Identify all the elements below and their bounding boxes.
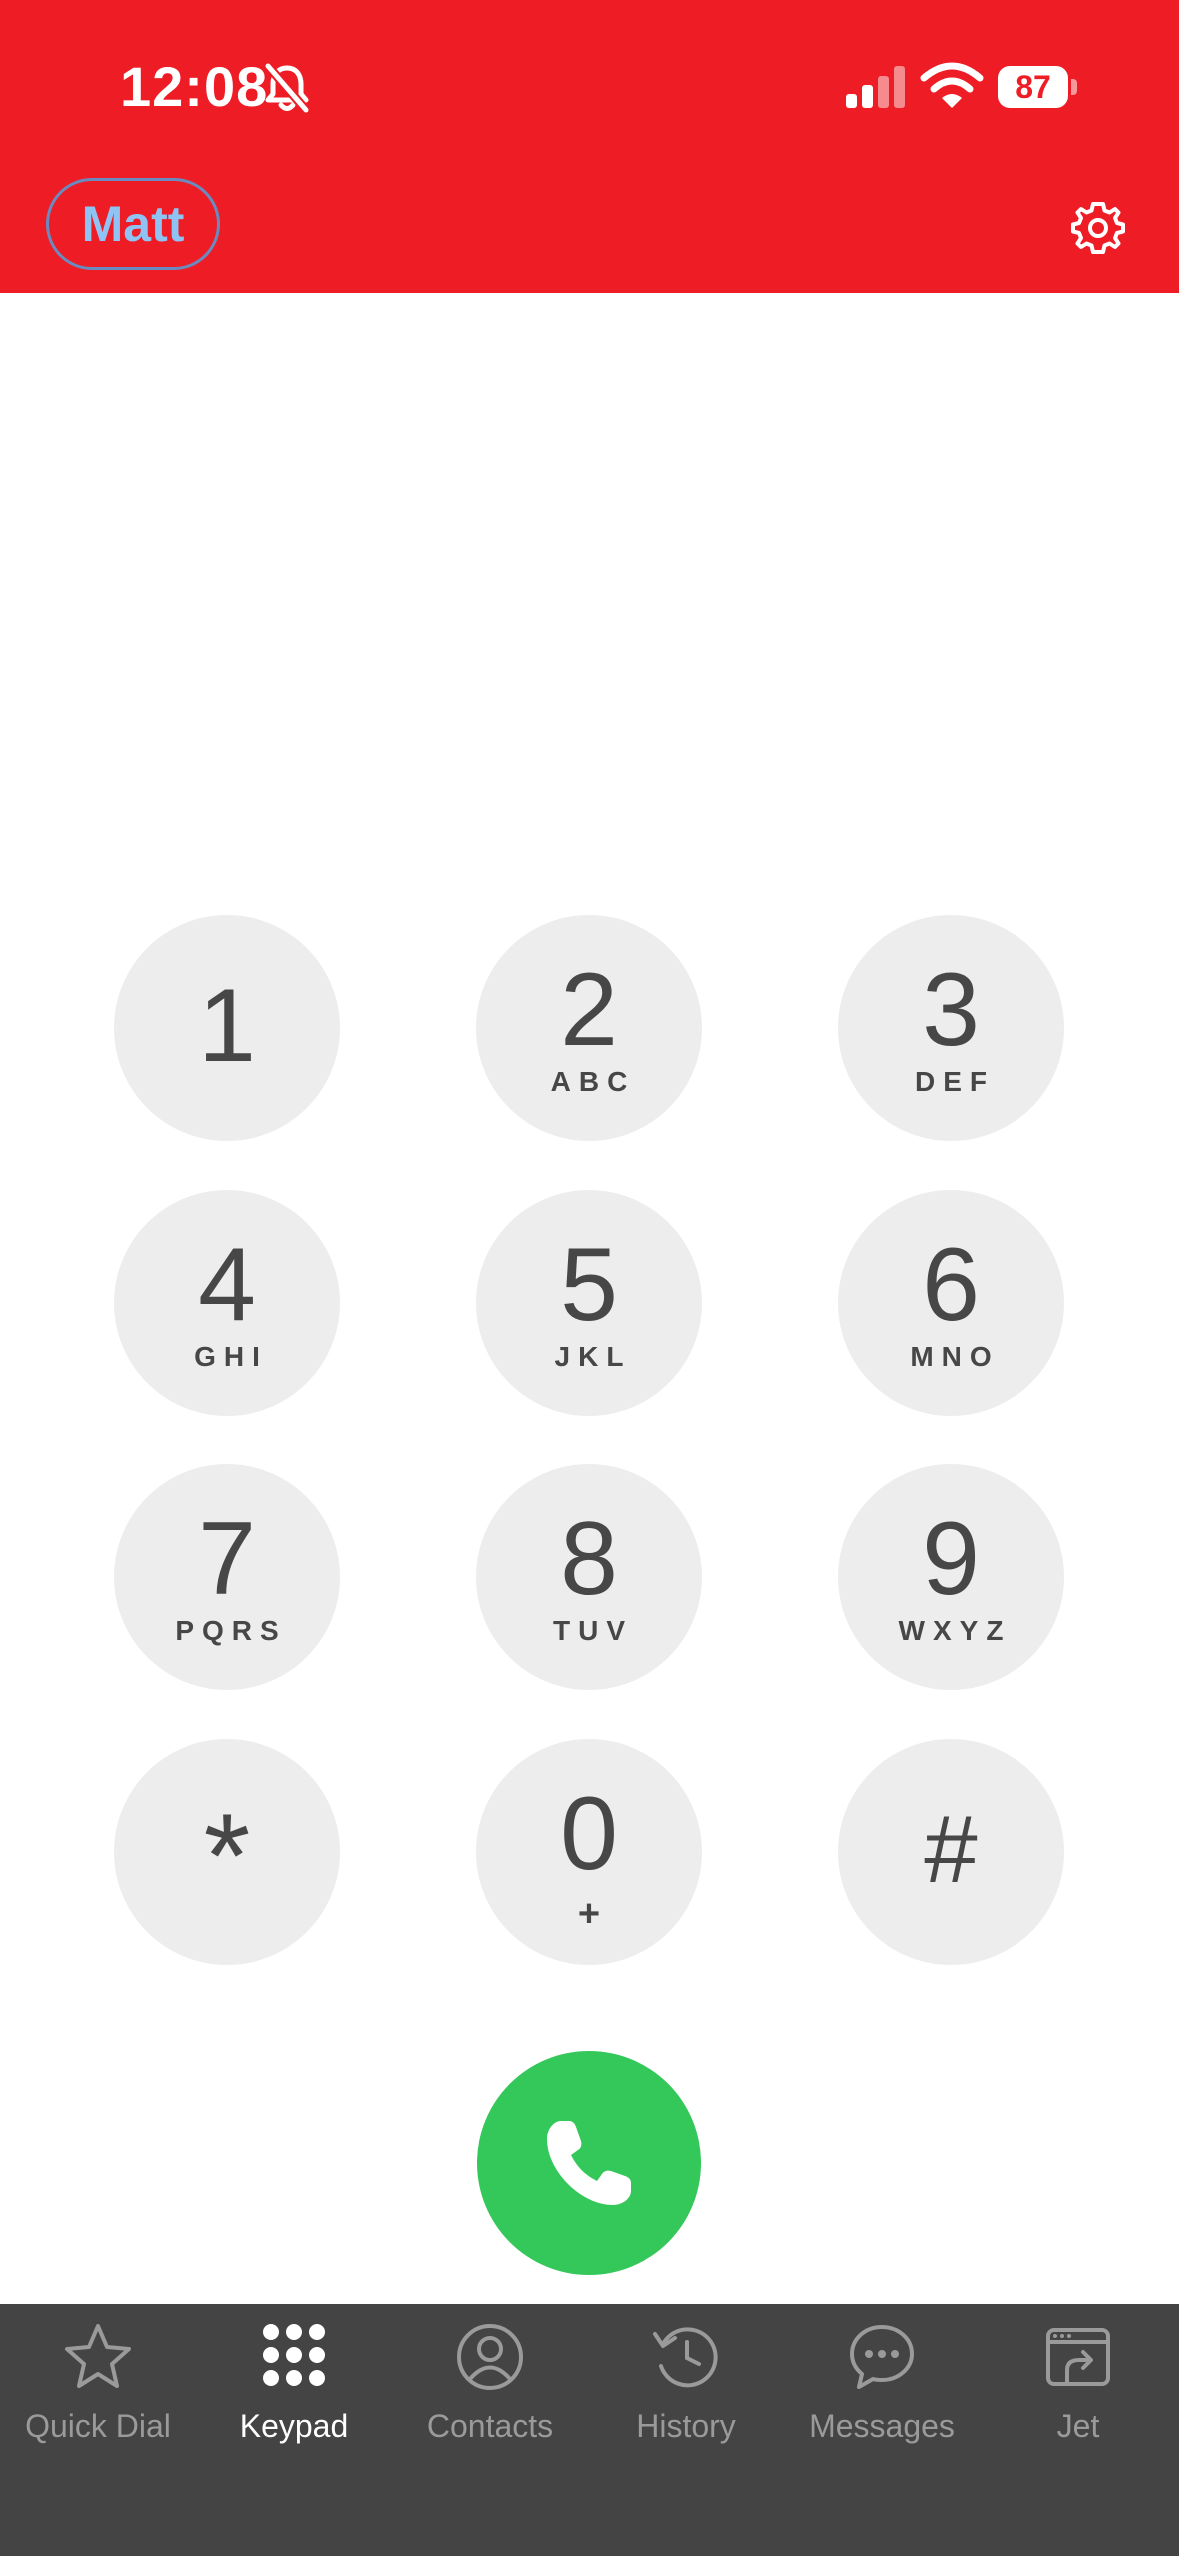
jet-window-icon [1046,2328,1110,2386]
key-3[interactable]: 3 DEF [838,915,1064,1141]
person-circle-icon [457,2324,523,2390]
key-letters: DEF [915,1066,995,1097]
key-digit: 6 [922,1227,980,1343]
key-6[interactable]: 6 MNO [838,1190,1064,1416]
key-digit: 0 [560,1776,618,1892]
keypad-grid-icon [263,2324,325,2386]
chat-bubble-icon [850,2325,914,2389]
key-5[interactable]: 5 JKL [476,1190,702,1416]
tab-label: Jet [1056,2408,1100,2444]
key-hash[interactable]: # [838,1739,1064,1965]
phone-icon [547,2121,631,2205]
tab-history[interactable]: History [588,2304,784,2464]
key-letters: PQRS [175,1615,287,1646]
key-letters: ABC [550,1066,636,1097]
key-digit: 8 [560,1501,618,1617]
key-digit: * [203,1789,251,1923]
tab-jet[interactable]: Jet [980,2304,1176,2464]
bottom-tab-bar: Quick Dial Keypad Contacts History Messa… [0,2304,1179,2556]
key-letters: + [577,1893,601,1935]
key-letters: WXYZ [898,1615,1012,1646]
key-8[interactable]: 8 TUV [476,1464,702,1690]
tab-contacts[interactable]: Contacts [392,2304,588,2464]
key-1[interactable]: 1 [114,915,340,1141]
call-button[interactable] [477,2051,701,2275]
tab-messages[interactable]: Messages [784,2304,980,2464]
tab-quick-dial[interactable]: Quick Dial [0,2304,196,2464]
key-digit: 9 [922,1501,980,1617]
key-letters: JKL [554,1341,632,1372]
key-4[interactable]: 4 GHI [114,1190,340,1416]
key-7[interactable]: 7 PQRS [114,1464,340,1690]
key-digit: 7 [198,1501,256,1617]
key-2[interactable]: 2 ABC [476,915,702,1141]
key-9[interactable]: 9 WXYZ [838,1464,1064,1690]
history-clock-icon [653,2327,718,2388]
key-digit: # [924,1796,978,1903]
key-digit: 5 [560,1227,618,1343]
key-digit: 4 [198,1227,256,1343]
star-icon [65,2324,131,2388]
key-digit: 3 [922,952,980,1068]
key-letters: GHI [194,1341,268,1372]
key-letters: MNO [910,1341,1000,1372]
tab-keypad[interactable]: Keypad [196,2304,392,2464]
key-digit: 2 [560,952,618,1068]
key-0[interactable]: 0 + [476,1739,702,1965]
key-star[interactable]: * [114,1739,340,1965]
key-letters: TUV [553,1615,633,1646]
key-digit: 1 [198,968,256,1084]
